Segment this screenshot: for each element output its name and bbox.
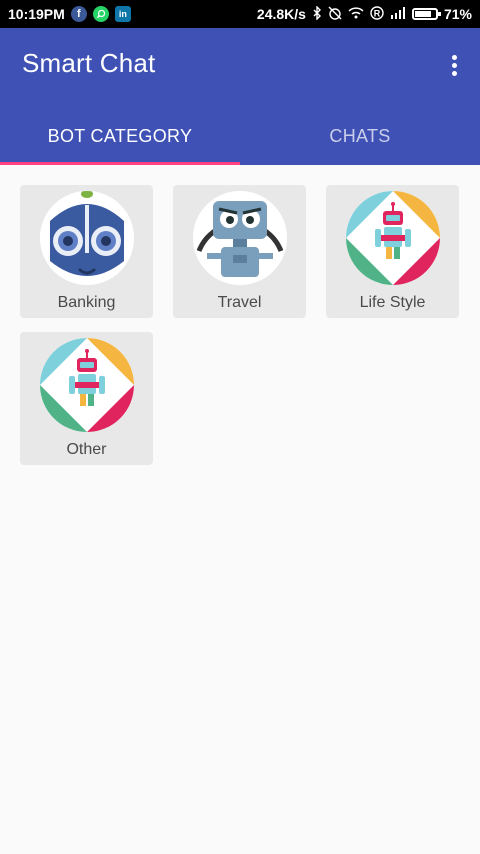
alarm-off-icon — [328, 6, 342, 23]
overflow-menu-icon[interactable] — [442, 48, 466, 82]
category-label: Other — [66, 441, 107, 458]
network-speed: 24.8K/s — [256, 6, 306, 22]
battery-icon — [411, 8, 441, 20]
tab-bot-category-label: BOT CATEGORY — [47, 126, 193, 146]
status-time: 10:19PM — [8, 6, 65, 22]
owl-bot-icon — [40, 191, 134, 285]
category-grid: Banking Travel Life Style Other — [20, 185, 460, 465]
svg-text:R: R — [374, 8, 381, 18]
category-label: Life Style — [359, 294, 426, 311]
category-card-life-style[interactable]: Life Style — [326, 185, 459, 318]
wifi-icon — [348, 6, 364, 22]
category-card-travel[interactable]: Travel — [173, 185, 306, 318]
tab-bar: BOT CATEGORY CHATS — [0, 108, 480, 165]
tab-indicator — [0, 162, 240, 165]
category-label: Banking — [57, 294, 116, 311]
signal-icon — [390, 6, 406, 22]
tab-chats-label: CHATS — [329, 126, 391, 146]
status-bar: 10:19PM f in 24.8K/s R 71% — [0, 0, 480, 28]
battery-fill — [414, 11, 431, 17]
colorful-robot-icon — [346, 191, 440, 285]
linkedin-icon: in — [114, 6, 131, 22]
registered-icon: R — [370, 5, 384, 23]
battery-percent: 71% — [443, 6, 472, 22]
bluetooth-icon — [312, 4, 322, 23]
category-label: Travel — [217, 294, 262, 311]
grumpy-robot-icon — [193, 191, 287, 285]
tab-bot-category[interactable]: BOT CATEGORY — [0, 108, 240, 165]
category-card-banking[interactable]: Banking — [20, 185, 153, 318]
app-title: Smart Chat — [22, 48, 156, 78]
colorful-robot-icon — [40, 338, 134, 432]
app-bar: Smart Chat BOT CATEGORY CHATS — [0, 28, 480, 165]
tab-chats[interactable]: CHATS — [240, 108, 480, 165]
category-card-other[interactable]: Other — [20, 332, 153, 465]
whatsapp-icon — [92, 6, 109, 22]
facebook-icon: f — [70, 6, 87, 22]
